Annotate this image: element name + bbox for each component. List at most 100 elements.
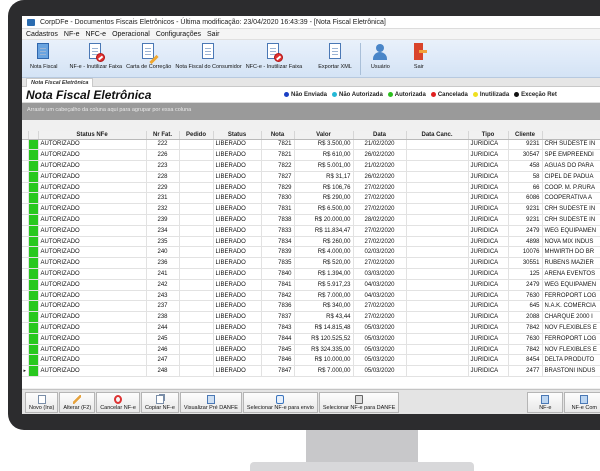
table-cell [179,365,214,378]
edit-button[interactable]: Alterar (F2) [59,391,96,413]
col-header-data-canc[interactable]: Data Canc. [406,131,469,140]
table-row[interactable]: AUTORIZADO 241 LIBERADO 7840 R$ 1.394,00 03/0… [22,268,600,280]
table-cell: 05/03/2020 [353,365,407,378]
table-cell [406,257,469,270]
table-row[interactable]: AUTORIZADO 223 LIBERADO 7822 R$ 5.001,00 21/0… [22,160,600,172]
legend-item: Inutilizada [472,92,509,98]
table-row[interactable]: ▸ AUTORIZADO 248 LIBERADO 7847 R$ 7.000,00 05/… [22,365,600,378]
menu-cadastros[interactable]: Cadastros [26,29,58,39]
toolbar-carta-correcao-button[interactable]: Carta de Correção [124,43,173,70]
table-cell: JURIDICA [468,333,509,345]
menu-nfce[interactable]: NFC-e [85,29,106,39]
row-status-color [28,192,39,205]
select-danfe-button[interactable]: Selecionar NF-e para DANFE [318,391,400,413]
menu-operacional[interactable]: Operacional [112,29,150,39]
col-header-pedido[interactable]: Pedido [179,131,214,140]
table-row[interactable]: AUTORIZADO 242 LIBERADO 7841 R$ 5.917,23 04/0… [22,279,600,291]
menu-configuracoes[interactable]: Configurações [156,29,201,39]
table-cell: AUTORIZADO [38,279,147,291]
table-row[interactable]: AUTORIZADO 245 LIBERADO 7844 R$ 120.525,52 05… [22,333,600,345]
col-header-data[interactable]: Data [353,131,407,140]
preview-danfe-button[interactable]: Visualizar Pré DANFE [179,391,242,413]
col-header-nr-fat[interactable]: Nr Fat. [146,131,180,140]
col-header-tipo[interactable]: Tipo [468,131,509,140]
toolbar-sair-button[interactable]: Sair [410,43,428,70]
table-cell: 27/02/2020 [353,192,407,205]
table-cell: LIBERADO [213,322,262,334]
table-cell: SPE EMPREENDI [542,149,600,162]
table-cell [406,139,469,151]
col-header-valor[interactable]: Valor [294,131,354,140]
copy-nfe-button[interactable]: Copiar NF-e [140,391,179,413]
invoice-table: Status NFe Nr Fat. Pedido Status Nota Va… [22,131,600,378]
col-header-cliente-nome[interactable] [542,131,600,140]
table-cell: R$ 5.001,00 [294,160,354,172]
table-row[interactable]: AUTORIZADO 239 LIBERADO 7838 R$ 20.000,00 28/… [22,214,600,226]
tab-nota-fiscal-eletronica[interactable]: Nota Fiscal Eletrônica [26,78,94,87]
button-label: Novo (Ins) [29,404,55,411]
button-label: NF-e Com [571,404,597,411]
table-cell: 7845 [261,344,295,356]
toolbar-usuario-button[interactable]: Usuário [369,43,392,70]
nfe-com-button[interactable]: NF-e Com [564,391,600,413]
table-cell: 7821 [261,149,295,162]
nfe-button[interactable]: NF-e [527,391,564,413]
table-row[interactable]: AUTORIZADO 229 LIBERADO 7829 R$ 106,76 27/02/… [22,182,600,194]
new-button[interactable]: Novo (Ins) [25,391,59,413]
col-header-cliente[interactable]: Cliente [508,131,543,140]
table-row[interactable]: AUTORIZADO 244 LIBERADO 7843 R$ 14.815,48 05/… [22,322,600,334]
table-row[interactable]: AUTORIZADO 246 LIBERADO 7845 R$ 324.335,00 05… [22,344,600,356]
print-icon [355,394,364,404]
table-row[interactable]: AUTORIZADO 235 LIBERADO 7834 R$ 260,00 27/02/… [22,236,600,248]
table-cell: 458 [508,160,543,172]
table-cell: AUTORIZADO [38,344,147,356]
table-cell: JURIDICA [468,182,509,194]
table-row[interactable]: AUTORIZADO 232 LIBERADO 7831 R$ 6.500,00 27/0… [22,203,600,216]
table-row[interactable]: AUTORIZADO 231 LIBERADO 7830 R$ 290,00 27/02/… [22,192,600,205]
toolbar-nota-fiscal-button[interactable]: Nota Fiscal [28,43,60,70]
row-status-color [28,300,39,313]
col-header-nota[interactable]: Nota [261,131,295,140]
table-row[interactable]: AUTORIZADO 228 LIBERADO 7827 R$ 31,17 26/02/2… [22,171,600,183]
table-row[interactable]: AUTORIZADO 234 LIBERADO 7833 R$ 11.834,47 27/… [22,225,600,237]
table-row[interactable]: AUTORIZADO 240 LIBERADO 7839 R$ 4.000,00 02/0… [22,246,600,259]
col-header-status-nfe[interactable]: Status NFe [38,131,147,140]
select-send-button[interactable]: Selecionar NF-e para envio [242,391,318,413]
cancel-nfe-button[interactable]: Cancelar NF-e [96,391,140,413]
menu-sair[interactable]: Sair [207,29,219,39]
table-cell: 02/03/2020 [353,246,407,259]
toolbar-label: Nota Fiscal [30,64,58,70]
table-row[interactable]: AUTORIZADO 243 LIBERADO 7842 R$ 7.000,00 04/0… [22,290,600,302]
table-row[interactable]: AUTORIZADO 236 LIBERADO 7835 R$ 520,00 27/02/… [22,257,600,270]
table-row[interactable]: AUTORIZADO 237 LIBERADO 7836 R$ 340,00 27/02/… [22,300,600,313]
toolbar-nfce-button[interactable]: Nota Fiscal do Consumidor [173,43,243,70]
status-legend: Não Enviada Não Autorizada Autorizada Ca… [284,92,557,98]
table-body: AUTORIZADO 222 LIBERADO 7821 R$ 3.500,00 21/0… [22,139,600,378]
table-cell [179,300,214,313]
menu-nfe[interactable]: NF-e [64,29,80,39]
toolbar-exportar-xml-button[interactable]: Exportar XML [316,43,354,70]
table-cell: LIBERADO [213,203,262,216]
table-cell: 223 [146,160,180,172]
table-cell: AUTORIZADO [38,311,147,324]
legend-label: Exceção Ret [521,91,557,98]
table-cell: 242 [146,279,180,291]
table-cell [179,322,214,334]
toolbar-label: Carta de Correção [126,64,172,70]
group-by-panel[interactable]: Arraste um cabeçalho da coluna aqui para… [22,103,600,120]
table-row[interactable]: AUTORIZADO 238 LIBERADO 7837 R$ 43,44 27/02/2… [22,311,600,324]
edit-icon [73,394,82,404]
table-cell: AUTORIZADO [38,192,147,205]
toolbar-nfce-inutilizar-button[interactable]: NFC-e - Inutilizar Faixa [244,43,305,70]
table-cell: LIBERADO [213,311,262,324]
table-cell: 246 [146,344,180,356]
button-label: NF-e [539,404,552,411]
table-row[interactable]: AUTORIZADO 247 LIBERADO 7846 R$ 10.000,00 05/… [22,354,600,367]
toolbar-nfe-inutilizar-button[interactable]: NF-e - Inutilizar Faixa [68,43,125,70]
row-status-color [28,246,39,259]
col-header-status[interactable]: Status [213,131,262,140]
table-row[interactable]: AUTORIZADO 222 LIBERADO 7821 R$ 3.500,00 21/0… [22,139,600,151]
table-row[interactable]: AUTORIZADO 226 LIBERADO 7821 R$ 610,00 26/02/… [22,149,600,162]
table-cell [179,236,214,248]
table-cell: LIBERADO [213,246,262,259]
